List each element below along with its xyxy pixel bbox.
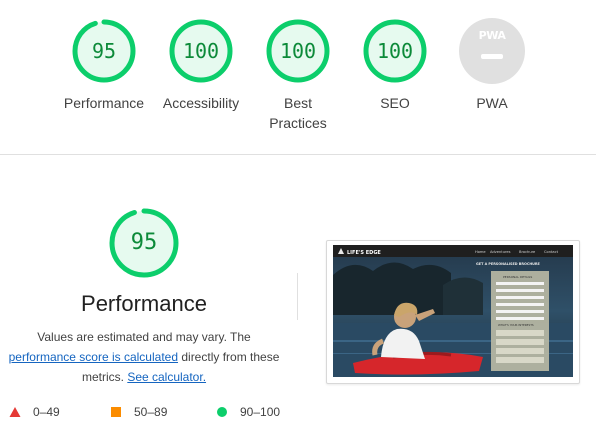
gauge-label: PWA bbox=[476, 95, 508, 111]
gauge-ring: PWA bbox=[459, 18, 525, 84]
performance-gauge-large: 95 bbox=[108, 207, 180, 279]
gauge-ring: 100 bbox=[362, 18, 428, 84]
site-form-heading: PERSONAL DETAILS bbox=[503, 275, 532, 279]
site-nav-adventures: Adventures bbox=[490, 250, 511, 254]
see-calculator-link[interactable]: See calculator. bbox=[127, 370, 206, 384]
gauge-seo[interactable]: 100 SEO bbox=[350, 18, 440, 113]
pwa-badge-text: PWA bbox=[478, 29, 506, 42]
circle-icon bbox=[217, 407, 227, 417]
score-gauges-row: 95 Performance 100 Accessibility 100 Bes… bbox=[0, 0, 596, 155]
score-calculated-link[interactable]: performance score is calculated bbox=[9, 350, 178, 364]
gauge-ring: 100 bbox=[168, 18, 234, 84]
site-form-title: GET A PERSONALISED BROCHURE bbox=[476, 262, 541, 266]
site-nav-home: Home bbox=[475, 250, 486, 254]
gauge-label: Best Practices bbox=[253, 93, 343, 133]
gauge-label: Performance bbox=[63, 95, 145, 111]
lighthouse-report: 95 Performance 100 Accessibility 100 Bes… bbox=[0, 0, 596, 432]
gauge-ring: 95 bbox=[71, 18, 137, 84]
section-divider bbox=[0, 154, 596, 155]
square-icon bbox=[111, 407, 121, 417]
legend-pass-range: 90–100 bbox=[240, 405, 281, 419]
legend-average-range: 50–89 bbox=[134, 405, 168, 419]
performance-score: 95 bbox=[130, 230, 158, 255]
gauge-label-line2: Practices bbox=[269, 115, 327, 131]
score-legend: 0–49 50–89 90–100 bbox=[0, 404, 596, 424]
vertical-divider bbox=[297, 273, 298, 320]
performance-description: Values are estimated and may vary. The p… bbox=[0, 327, 288, 387]
gauge-accessibility[interactable]: 100 Accessibility bbox=[156, 18, 246, 113]
gauge-label: Accessibility bbox=[162, 95, 240, 111]
gauge-score: 100 bbox=[376, 39, 414, 63]
site-nav-contact: Contact bbox=[544, 250, 559, 254]
site-nav-brochure: Brochure bbox=[519, 250, 536, 254]
screenshot-image: LIFE'S EDGE Home Adventures Brochure Con… bbox=[333, 245, 573, 377]
gauge-pwa[interactable]: PWA PWA bbox=[447, 18, 537, 113]
gauge-score: 100 bbox=[279, 39, 317, 63]
legend-fail-range: 0–49 bbox=[33, 405, 60, 419]
triangle-icon bbox=[9, 407, 21, 417]
gauge-performance[interactable]: 95 Performance bbox=[59, 18, 149, 113]
gauge-ring: 100 bbox=[265, 18, 331, 84]
gauge-label-line1: Best bbox=[283, 95, 312, 111]
website-preview-image: LIFE'S EDGE Home Adventures Brochure Con… bbox=[333, 245, 573, 377]
desc-text-1: Values are estimated and may vary. The bbox=[37, 330, 251, 344]
gauge-best-practices[interactable]: 100 Best Practices bbox=[253, 18, 343, 133]
pwa-dash-icon bbox=[481, 54, 503, 59]
site-logo-text: LIFE'S EDGE bbox=[347, 250, 381, 256]
gauge-score: 100 bbox=[182, 39, 220, 63]
gauge-label: SEO bbox=[380, 95, 410, 111]
performance-title: Performance bbox=[81, 291, 207, 316]
pwa-badge-icon: PWA bbox=[459, 18, 525, 84]
gauge-score: 95 bbox=[91, 39, 117, 63]
site-form-section: WHAT'S YOUR INTERESTS bbox=[498, 323, 534, 327]
final-screenshot[interactable]: LIFE'S EDGE Home Adventures Brochure Con… bbox=[326, 240, 580, 384]
